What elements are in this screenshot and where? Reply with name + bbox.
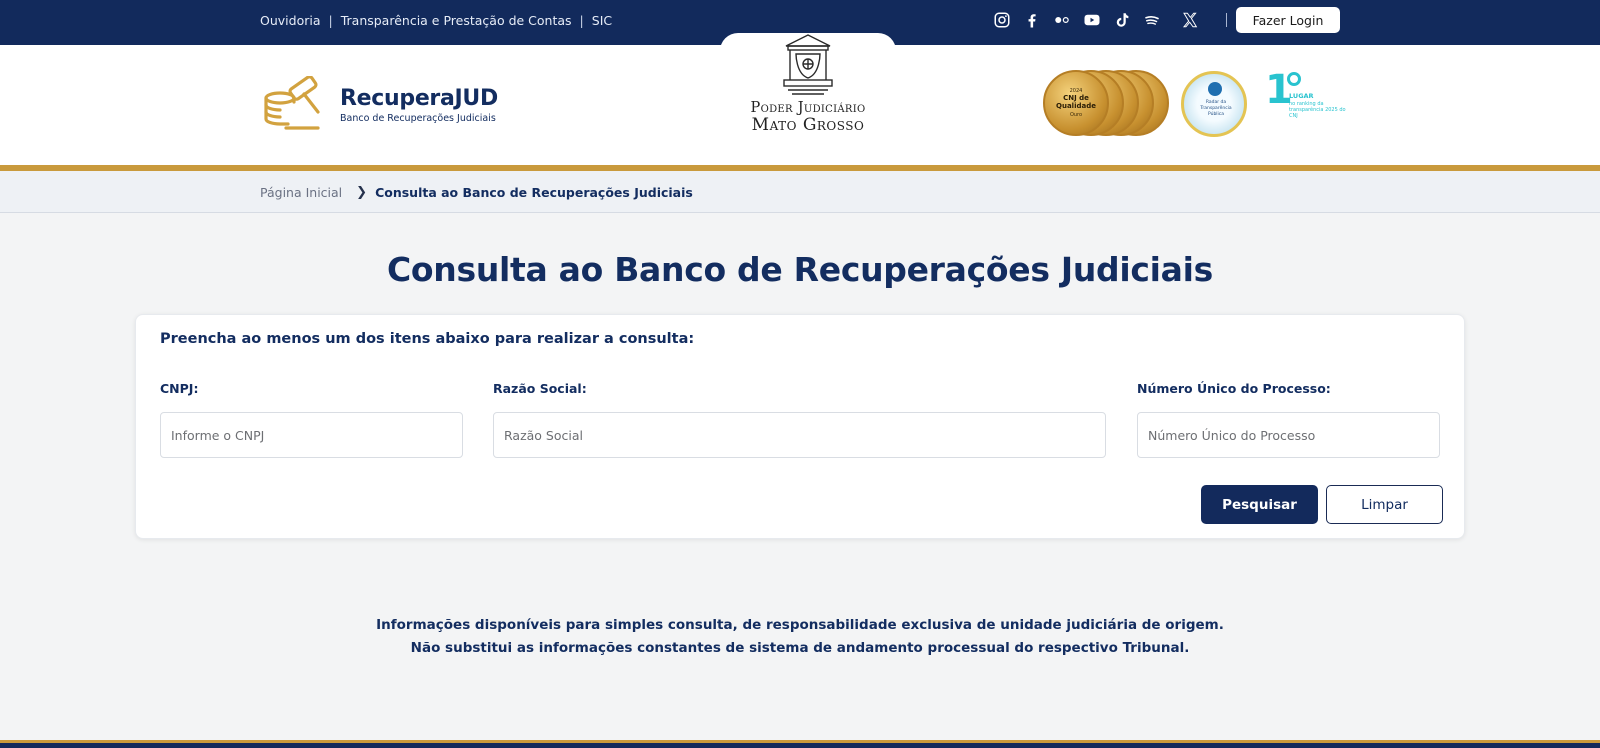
breadcrumb-home[interactable]: Página Inicial [260, 185, 342, 200]
search-form-card: Preencha ao menos um dos itens abaixo pa… [135, 314, 1465, 539]
x-icon[interactable] [1180, 10, 1200, 30]
social-links [992, 8, 1210, 32]
link-separator: | [579, 12, 584, 28]
disclaimer-line: Não substitui as informações constantes … [410, 640, 1190, 656]
razao-social-input[interactable] [493, 412, 1106, 458]
spotify-icon[interactable] [1142, 10, 1162, 30]
cnpj-input[interactable] [160, 412, 463, 458]
link-ouvidoria[interactable]: Ouvidoria [260, 13, 321, 28]
processo-label: Número Único do Processo: [1137, 381, 1331, 396]
ordinal-icon [1287, 72, 1301, 86]
cnj-quality-seal[interactable]: 2024 CNJ de Qualidade Ouro [1043, 70, 1109, 136]
ranking-word: LUGAR [1289, 92, 1314, 100]
app-subtitle: Banco de Recuperações Judiciais [340, 113, 496, 124]
link-separator: | [328, 12, 333, 28]
razao-social-label: Razão Social: [493, 381, 587, 396]
awards: 2024 CNJ de Qualidade Ouro Radar da Tran… [1043, 67, 1346, 144]
seal-blue-text: Radar da Transparência Pública [1200, 100, 1232, 117]
form-instructions: Preencha ao menos um dos itens abaixo pa… [160, 331, 695, 347]
tiktok-icon[interactable] [1112, 10, 1132, 30]
link-transparencia[interactable]: Transparência e Prestação de Contas [341, 13, 572, 28]
search-button[interactable]: Pesquisar [1201, 485, 1318, 524]
youtube-icon[interactable] [1082, 10, 1102, 30]
page-title: Consulta ao Banco de Recuperações Judici… [387, 250, 1213, 289]
breadcrumb: Página Inicial ❯ Consulta ao Banco de Re… [260, 171, 693, 213]
gavel-coins-icon [264, 76, 320, 130]
radar-icon [1208, 82, 1222, 96]
institution-line2: Mato Grosso [751, 115, 865, 135]
institution-line1: Poder Judiciário [750, 100, 866, 116]
chevron-right-icon: ❯ [356, 184, 368, 200]
login-button[interactable]: Fazer Login [1236, 7, 1340, 33]
ranking-badge[interactable]: 1 LUGAR no ranking da transparência 2025… [1265, 67, 1346, 132]
link-sic[interactable]: SIC [592, 13, 612, 28]
processo-input[interactable] [1137, 412, 1440, 458]
facebook-icon[interactable] [1022, 10, 1042, 30]
coat-of-arms-icon [783, 34, 833, 95]
flickr-icon[interactable] [1052, 10, 1072, 30]
cnpj-label: CNPJ: [160, 381, 199, 396]
instagram-icon[interactable] [992, 10, 1012, 30]
footer [0, 743, 1600, 748]
recuperajud-logo[interactable]: RecuperaJUD Banco de Recuperações Judici… [260, 75, 510, 135]
transparency-seal[interactable]: Radar da Transparência Pública [1181, 71, 1247, 137]
seal-level: Ouro [1069, 112, 1083, 118]
disclaimer-line: Informações disponíveis para simples con… [376, 617, 1224, 633]
app-title: RecuperaJUD [340, 86, 498, 111]
top-links: Ouvidoria | Transparência e Prestação de… [260, 0, 612, 40]
disclaimer: Informações disponíveis para simples con… [0, 614, 1600, 660]
tjmt-crest[interactable]: Poder Judiciário Mato Grosso [730, 30, 886, 140]
breadcrumb-bar: Página Inicial ❯ Consulta ao Banco de Re… [0, 171, 1600, 213]
breadcrumb-current: Consulta ao Banco de Recuperações Judici… [375, 184, 693, 200]
divider [1226, 13, 1227, 27]
clear-button[interactable]: Limpar [1326, 485, 1443, 524]
ranking-text: no ranking da transparência 2025 do CNJ [1289, 101, 1346, 119]
seal-title: CNJ de Qualidade [1056, 94, 1096, 110]
